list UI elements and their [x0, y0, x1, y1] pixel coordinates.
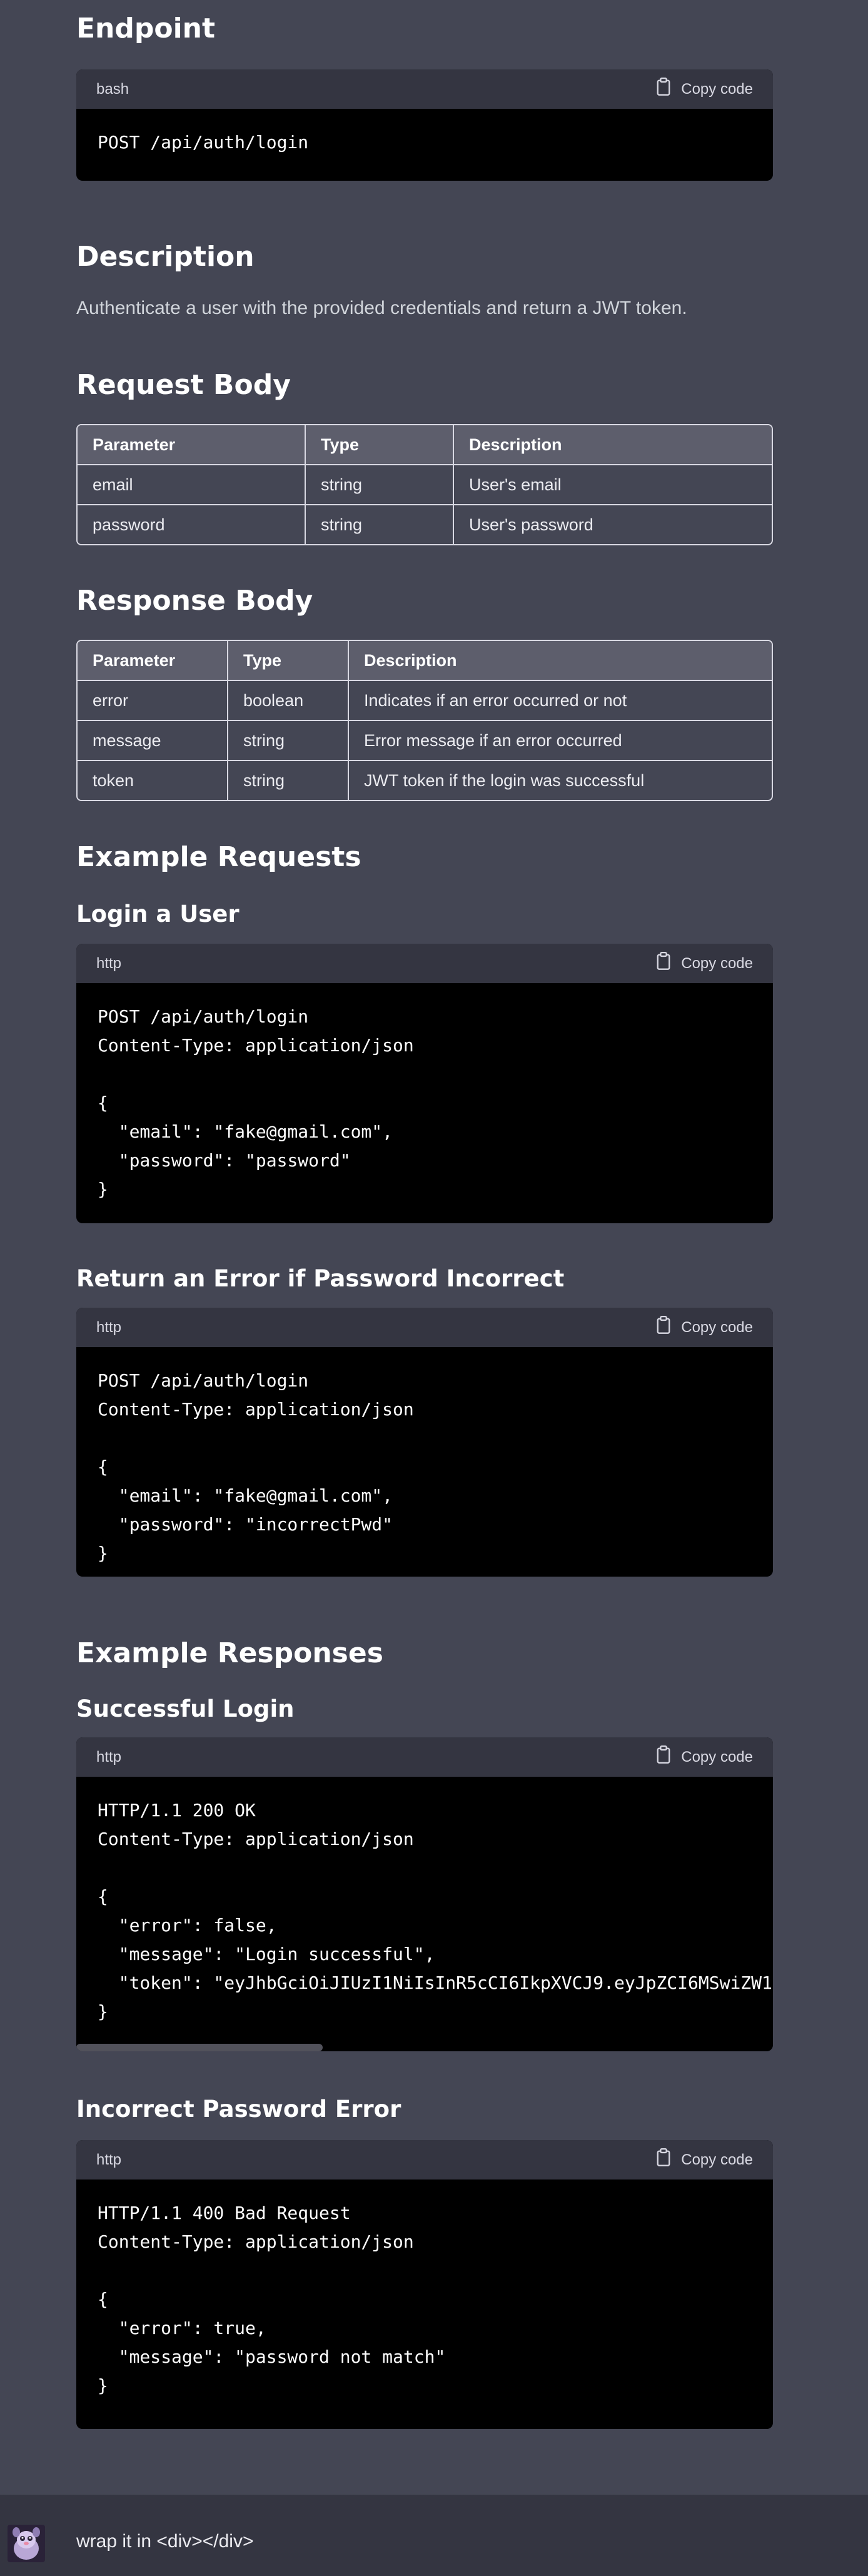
table-row: password string User's password [78, 505, 772, 544]
copy-code-label: Copy code [681, 1318, 753, 1336]
table-row: email string User's email [78, 465, 772, 505]
code-block-error-response: http Copy code HTTP/1.1 400 Bad Request … [76, 2140, 773, 2429]
code-content: POST /api/auth/login [98, 132, 309, 153]
heading-request-body: Request Body [76, 369, 291, 401]
copy-code-label: Copy code [681, 2151, 753, 2168]
copy-code-button[interactable]: Copy code [655, 952, 753, 975]
table-cell: message [78, 721, 228, 761]
clipboard-icon [655, 1316, 672, 1339]
copy-code-label: Copy code [681, 954, 753, 972]
request-body-table: Parameter Type Description email string … [76, 424, 773, 545]
description-text: Authenticate a user with the provided cr… [76, 298, 687, 318]
copy-code-button[interactable]: Copy code [655, 78, 753, 101]
table-cell: boolean [228, 681, 349, 721]
user-message-text: wrap it in <div></div> [76, 2531, 254, 2552]
table-row: token string JWT token if the login was … [78, 761, 772, 800]
user-message-row: wrap it in <div></div> [0, 2495, 868, 2576]
clipboard-icon [655, 952, 672, 975]
copy-code-button[interactable]: Copy code [655, 2148, 753, 2171]
copy-code-button[interactable]: Copy code [655, 1745, 753, 1769]
copy-code-label: Copy code [681, 80, 753, 98]
heading-example-requests: Example Requests [76, 841, 361, 873]
code-language-label: http [96, 954, 122, 972]
table-cell: Indicates if an error occurred or not [349, 681, 772, 721]
code-block-success-response: http Copy code HTTP/1.1 200 OK Content-T… [76, 1737, 773, 2051]
heading-description: Description [76, 241, 255, 273]
table-row: message string Error message if an error… [78, 721, 772, 761]
code-content: POST /api/auth/login Content-Type: appli… [98, 1370, 414, 1563]
code-content: HTTP/1.1 400 Bad Request Content-Type: a… [98, 2203, 446, 2396]
code-content: HTTP/1.1 200 OK Content-Type: applicatio… [98, 1800, 773, 2022]
code-language-label: http [96, 1748, 122, 1765]
code-content: POST /api/auth/login Content-Type: appli… [98, 1006, 414, 1200]
heading-example-responses: Example Responses [76, 1637, 383, 1669]
code-block-error-request: http Copy code POST /api/auth/login Cont… [76, 1308, 773, 1577]
heading-login-a-user: Login a User [76, 901, 240, 927]
code-header: http Copy code [76, 1308, 773, 1347]
code-block-endpoint: bash Copy code POST /api/auth/login [76, 69, 773, 181]
clipboard-icon [655, 2148, 672, 2171]
column-header: Parameter [78, 641, 228, 681]
table-cell: error [78, 681, 228, 721]
column-header: Type [306, 425, 454, 465]
table-cell: string [228, 721, 349, 761]
heading-successful-login: Successful Login [76, 1695, 295, 1722]
code-language-label: http [96, 2151, 122, 2168]
column-header: Description [349, 641, 772, 681]
heading-incorrect-password-error: Incorrect Password Error [76, 2096, 401, 2123]
code-header: http Copy code [76, 1737, 773, 1777]
table-cell: Error message if an error occurred [349, 721, 772, 761]
code-header: bash Copy code [76, 69, 773, 109]
heading-response-body: Response Body [76, 585, 313, 617]
code-header: http Copy code [76, 2140, 773, 2179]
table-cell: User's email [454, 465, 772, 505]
table-cell: token [78, 761, 228, 800]
table-cell: User's password [469, 515, 593, 534]
table-header-row: Parameter Type Description [78, 425, 772, 465]
column-header: Description [454, 425, 772, 465]
copy-code-label: Copy code [681, 1748, 753, 1765]
clipboard-icon [655, 78, 672, 101]
copy-code-button[interactable]: Copy code [655, 1316, 753, 1339]
code-header: http Copy code [76, 944, 773, 983]
heading-endpoint: Endpoint [76, 13, 216, 44]
table-cell: string [306, 465, 454, 505]
user-avatar [8, 2525, 45, 2562]
column-header: Type [228, 641, 349, 681]
code-language-label: bash [96, 80, 129, 98]
table-header-row: Parameter Type Description [78, 641, 772, 681]
column-header: Parameter [78, 425, 306, 465]
code-language-label: http [96, 1318, 122, 1336]
table-row: error boolean Indicates if an error occu… [78, 681, 772, 721]
table-cell: email [78, 465, 306, 505]
response-body-table: Parameter Type Description error boolean… [76, 640, 773, 801]
table-cell: JWT token if the login was successful [364, 770, 645, 790]
clipboard-icon [655, 1745, 672, 1769]
heading-error-request: Return an Error if Password Incorrect [76, 1265, 565, 1292]
code-block-login-request: http Copy code POST /api/auth/login Cont… [76, 944, 773, 1223]
table-cell: password [78, 505, 306, 544]
table-cell: string [306, 505, 454, 544]
table-cell: string [228, 761, 349, 800]
horizontal-scrollbar[interactable] [76, 2044, 323, 2051]
